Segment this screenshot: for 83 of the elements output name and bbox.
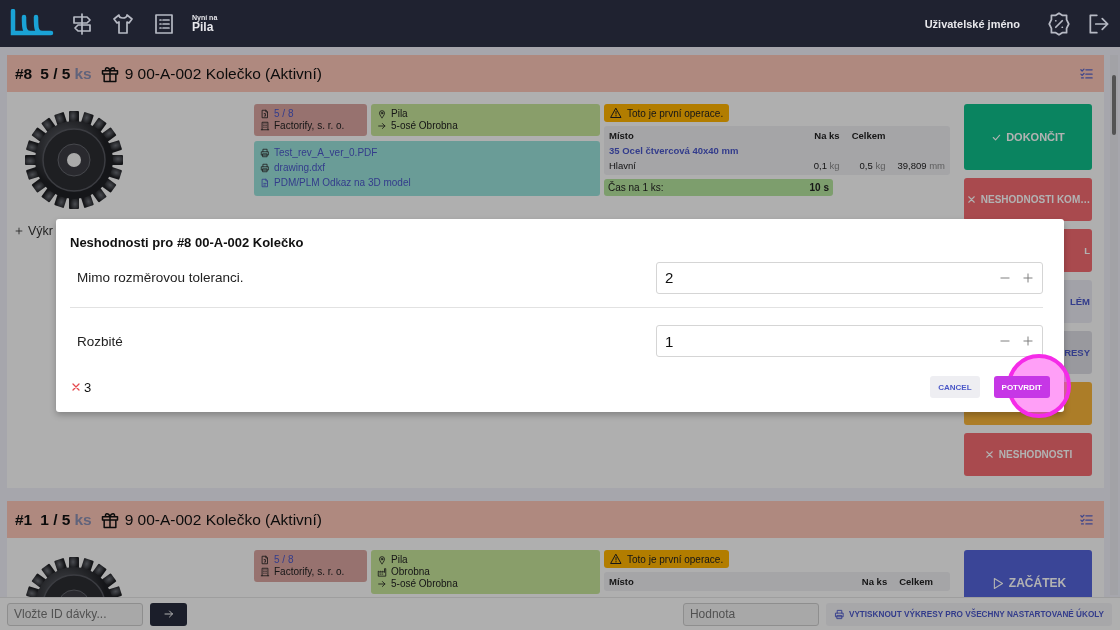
submit-button[interactable] bbox=[150, 602, 187, 626]
column-header: Na ks bbox=[861, 576, 888, 587]
column-header: Na ks bbox=[813, 130, 840, 141]
defect-total: 3 bbox=[84, 379, 92, 395]
confirm-button[interactable]: POTVRDIT bbox=[993, 376, 1050, 398]
route-step: Pila bbox=[391, 554, 408, 566]
batch-id-field[interactable]: Vložte ID dávky... bbox=[7, 602, 143, 626]
column-header: Celkem bbox=[899, 576, 933, 587]
task-title: 9 00-A-002 Kolečko (Aktivní) bbox=[124, 64, 322, 83]
route-step: Obrobna bbox=[391, 566, 430, 578]
shirt-icon[interactable] bbox=[111, 11, 135, 36]
warning-icon bbox=[610, 107, 622, 119]
cancel-button[interactable]: CANCEL bbox=[930, 376, 980, 398]
route-step: 5-osé Obrobna bbox=[391, 578, 458, 590]
action-button[interactable]: DOKONČIT bbox=[964, 104, 1092, 170]
action-button[interactable]: ZAČÁTEK bbox=[964, 550, 1092, 597]
unit: ks bbox=[74, 64, 92, 83]
batch-link[interactable]: 5 / 8 bbox=[274, 108, 294, 120]
company-name: Factorify, s. r. o. bbox=[274, 120, 345, 132]
number-field[interactable]: 1 bbox=[656, 325, 1043, 357]
print-all-button[interactable]: VYTISKNOUT VÝKRESY PRO VŠECHNY NASTARTOVANÉ ÚKOLY bbox=[825, 602, 1112, 626]
table-cell: 0,1 kg bbox=[813, 160, 840, 171]
arrow-right-icon bbox=[377, 579, 387, 589]
factory-icon bbox=[377, 567, 387, 577]
value-field[interactable]: Hodnota bbox=[682, 602, 819, 626]
document-icon bbox=[260, 177, 270, 188]
material-link[interactable]: 35 Ocel čtvercová 40x40 mm bbox=[609, 145, 945, 156]
checklist-icon[interactable] bbox=[1079, 512, 1094, 527]
printer-icon bbox=[833, 608, 845, 620]
close-icon bbox=[70, 381, 82, 393]
file-link[interactable]: Test_rev_A_ver_0.PDF bbox=[274, 145, 378, 160]
list-icon[interactable] bbox=[152, 11, 176, 36]
plus-icon[interactable] bbox=[1021, 270, 1035, 285]
route-step: 5-osé Obrobna bbox=[391, 120, 458, 132]
unit: ks bbox=[74, 510, 92, 529]
number-field[interactable]: 2 bbox=[656, 261, 1043, 294]
table-cell-text: Hlavní bbox=[609, 160, 637, 171]
warning-icon bbox=[610, 553, 622, 565]
percent-badge-icon[interactable] bbox=[1046, 10, 1072, 37]
task-number: #1 bbox=[15, 510, 33, 529]
printer-icon bbox=[260, 147, 270, 158]
piece-count: 5 / 5 bbox=[40, 64, 71, 83]
action-button[interactable]: NESHODNOSTI KOM… bbox=[964, 178, 1092, 221]
field-label: Mimo rozměrovou toleranci. bbox=[77, 270, 245, 285]
username[interactable]: Uživatelské jméno bbox=[924, 17, 1020, 30]
add-link[interactable]: Výkr bbox=[28, 224, 53, 238]
file-link[interactable]: PDM/PLM Odkaz na 3D model bbox=[274, 175, 411, 190]
piece-count: 1 / 5 bbox=[40, 510, 71, 529]
document-icon bbox=[260, 109, 270, 119]
task-number: #8 bbox=[15, 64, 33, 83]
table-cell: 39,809 mm bbox=[897, 160, 945, 171]
close-icon bbox=[965, 194, 977, 205]
scrollbar[interactable] bbox=[1110, 55, 1118, 595]
batch-link[interactable]: 5 / 8 bbox=[274, 554, 294, 566]
field-label: Rozbité bbox=[77, 333, 124, 349]
map-pin-icon bbox=[377, 555, 387, 565]
task-title: 9 00-A-002 Kolečko (Aktivní) bbox=[124, 510, 322, 529]
warning-badge: Toto je první operace. bbox=[604, 104, 730, 122]
plus-icon[interactable] bbox=[14, 226, 24, 236]
building-icon bbox=[260, 121, 270, 131]
column-header: Celkem bbox=[851, 130, 886, 141]
arrow-right-icon bbox=[162, 608, 175, 620]
plus-icon[interactable] bbox=[1021, 334, 1035, 348]
column-header: Místo bbox=[609, 576, 635, 587]
file-link[interactable]: drawing.dxf bbox=[274, 160, 326, 175]
checklist-icon[interactable] bbox=[1079, 66, 1094, 81]
action-button[interactable]: NESHODNOSTI bbox=[964, 433, 1092, 476]
arrow-right-icon bbox=[377, 121, 387, 131]
signpost-icon[interactable] bbox=[70, 11, 94, 36]
map-pin-icon bbox=[377, 109, 387, 119]
dialog-title: Neshodnosti pro #8 00-A-002 Kolečko bbox=[70, 235, 305, 250]
company-name: Factorify, s. r. o. bbox=[274, 566, 345, 578]
warning-badge: Toto je první operace. bbox=[604, 550, 730, 568]
printer-icon bbox=[260, 162, 270, 173]
workplace-name: Pila bbox=[192, 21, 215, 33]
close-icon bbox=[983, 449, 995, 460]
table-cell-text: 0,5 kg bbox=[858, 160, 886, 171]
building-icon bbox=[260, 567, 270, 577]
time-value: 10 s bbox=[809, 182, 829, 193]
column-header: Místo bbox=[609, 130, 635, 141]
time-label: Čas na 1 ks: bbox=[608, 182, 664, 193]
document-icon bbox=[260, 555, 270, 565]
route-step: Pila bbox=[391, 108, 408, 120]
